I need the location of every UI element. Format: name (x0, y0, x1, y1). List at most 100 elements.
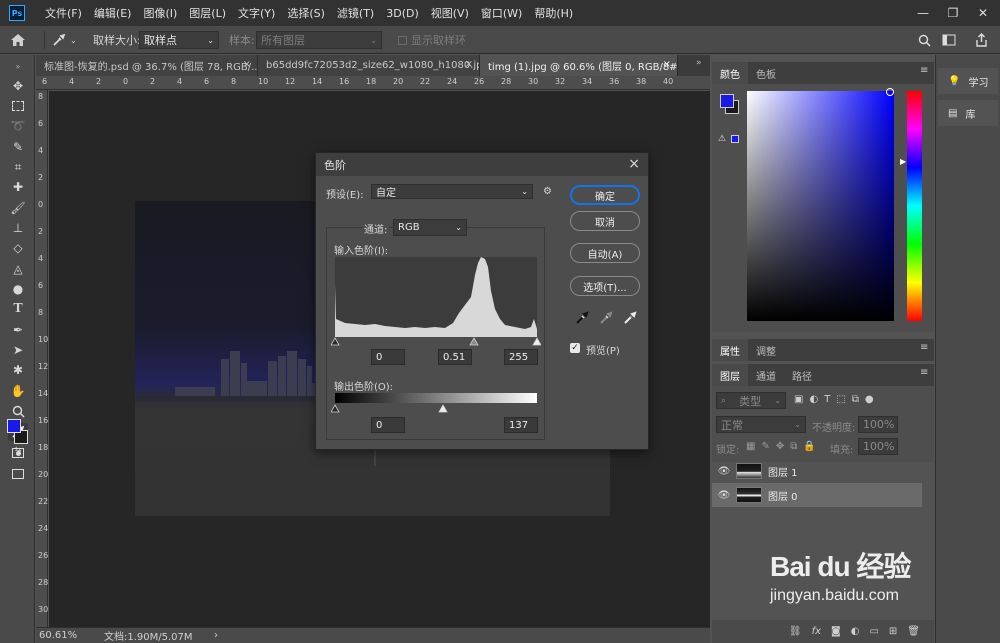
workspace-icon[interactable] (942, 26, 956, 54)
fill-field[interactable]: 100% (858, 438, 898, 455)
minimize-icon[interactable]: — (908, 0, 938, 26)
foreground-color-chip[interactable] (720, 94, 734, 108)
panel-menu-icon[interactable]: ≡ (920, 367, 928, 378)
tab-color[interactable]: 颜色 (712, 62, 748, 84)
menu-select[interactable]: 选择(S) (281, 5, 331, 21)
menu-type[interactable]: 文字(Y) (232, 5, 281, 21)
hue-slider[interactable] (907, 91, 922, 321)
out-of-gamut-warning-icon[interactable]: ⚠ (718, 134, 726, 144)
lock-transparent-icon[interactable]: ▦ (746, 441, 755, 452)
close-window-icon[interactable]: ✕ (968, 0, 998, 26)
zoom-level[interactable]: 60.61% (39, 630, 89, 641)
lasso-tool-icon[interactable]: ➰ (8, 117, 28, 135)
add-mask-icon[interactable]: ◙ (831, 626, 841, 637)
gray-point-eyedropper-icon[interactable] (599, 311, 613, 328)
output-black-field[interactable]: 0 (371, 417, 405, 433)
paint-bucket-tool-icon[interactable]: ◬ (8, 260, 28, 278)
black-point-eyedropper-icon[interactable] (575, 311, 589, 328)
layer-name[interactable]: 图层 1 (768, 464, 798, 479)
shape-tool-icon[interactable]: ✱ (8, 361, 28, 379)
dodge-tool-icon[interactable]: ● (8, 280, 28, 298)
hand-tool-icon[interactable]: ✋ (8, 382, 28, 400)
foreground-color-swatch[interactable] (7, 419, 21, 433)
path-select-tool-icon[interactable]: ➤ (8, 341, 28, 359)
tab-paths[interactable]: 路径 (784, 364, 820, 386)
filter-type-icon[interactable]: T (824, 394, 830, 405)
dialog-close-icon[interactable]: × (628, 156, 640, 172)
lock-position-icon[interactable]: ✥ (776, 441, 784, 452)
eraser-tool-icon[interactable]: ◇ (8, 239, 28, 257)
healing-brush-tool-icon[interactable]: ✚ (8, 178, 28, 196)
close-tab-icon[interactable]: × (465, 59, 473, 70)
hue-slider-marker[interactable]: ▶ (900, 157, 906, 166)
input-white-field[interactable]: 255 (504, 349, 538, 365)
library-panel-button[interactable]: ▤ 库 (938, 100, 998, 126)
layer-row-1[interactable]: 👁 图层 1 (712, 459, 922, 483)
lock-artboard-icon[interactable]: ⧉ (790, 441, 797, 452)
share-icon[interactable] (975, 26, 988, 54)
zoom-tool-icon[interactable] (8, 402, 28, 420)
menu-image[interactable]: 图像(I) (137, 5, 183, 21)
link-layers-icon[interactable]: ⛓ (789, 626, 802, 637)
quick-select-tool-icon[interactable]: ✎ (8, 138, 28, 156)
quick-mask-icon[interactable] (8, 444, 28, 462)
brush-tool-icon[interactable]: 🖌 (8, 199, 28, 217)
new-layer-icon[interactable]: ⊞ (889, 626, 897, 637)
layer-name[interactable]: 图层 0 (768, 488, 798, 503)
tab-properties[interactable]: 属性 (712, 339, 748, 361)
new-group-icon[interactable]: ▭ (869, 626, 878, 637)
output-white-field[interactable]: 137 (504, 417, 538, 433)
trash-icon[interactable]: 🗑 (907, 626, 920, 637)
tab-swatches[interactable]: 色板 (748, 62, 784, 84)
move-tool-icon[interactable]: ✥ (8, 77, 28, 95)
opacity-field[interactable]: 100% (858, 416, 898, 433)
output-white-slider[interactable] (438, 404, 448, 413)
preview-checkbox[interactable]: ✓ (570, 343, 580, 353)
menu-file[interactable]: 文件(F) (39, 5, 88, 21)
filter-adjustment-icon[interactable]: ◐ (809, 394, 818, 405)
marquee-tool-icon[interactable] (8, 97, 28, 115)
tab-layers[interactable]: 图层 (712, 364, 748, 386)
fx-icon[interactable]: fx (812, 626, 821, 637)
input-black-field[interactable]: 0 (371, 349, 405, 365)
eyedropper-preset-icon[interactable]: ⌄ (52, 26, 77, 54)
sample-select[interactable]: 所有图层 ⌄ (256, 31, 382, 49)
tab-document-1[interactable]: 标准图-恢复的.psd @ 36.7% (图层 78, RGB/... × (36, 55, 258, 76)
blend-mode-select[interactable]: 正常 ⌄ (716, 416, 806, 433)
menu-window[interactable]: 窗口(W) (475, 5, 528, 21)
menu-edit[interactable]: 编辑(E) (88, 5, 138, 21)
layer-row-0[interactable]: 👁 图层 0 (712, 483, 922, 507)
lock-all-icon[interactable]: 🔒 (803, 441, 815, 452)
menu-filter[interactable]: 滤镜(T) (331, 5, 380, 21)
filter-toggle-icon[interactable]: ● (865, 394, 874, 405)
show-ring-checkbox[interactable] (398, 35, 407, 45)
visibility-eye-icon[interactable]: 👁 (712, 490, 736, 501)
layer-filter-select[interactable]: ⌕ 类型 ⌄ (716, 392, 786, 409)
color-picker-field[interactable] (747, 88, 894, 321)
screen-mode-icon[interactable] (8, 465, 28, 483)
input-white-slider[interactable] (532, 337, 541, 346)
filter-smart-object-icon[interactable]: ⧉ (852, 394, 859, 405)
cancel-button[interactable]: 取消 (570, 211, 640, 231)
search-icon[interactable] (918, 26, 931, 54)
sample-size-select[interactable]: 取样点 ⌄ (139, 31, 219, 49)
close-tab-icon[interactable]: × (663, 59, 671, 70)
learn-panel-button[interactable]: 💡 学习 (938, 68, 998, 94)
input-black-slider[interactable] (331, 337, 340, 346)
close-tab-icon[interactable]: × (243, 59, 251, 70)
input-gray-slider[interactable] (469, 337, 479, 346)
auto-button[interactable]: 自动(A) (570, 243, 640, 263)
menu-3d[interactable]: 3D(D) (380, 7, 425, 20)
type-tool-icon[interactable]: T (8, 300, 28, 318)
filter-pixel-icon[interactable]: ▣ (794, 394, 803, 405)
collapse-toolbar-icon[interactable]: » (8, 57, 28, 75)
tab-adjustments[interactable]: 调整 (748, 339, 784, 361)
input-slider-track[interactable] (331, 337, 541, 346)
lock-image-icon[interactable]: ✎ (761, 441, 769, 452)
color-picker-cursor[interactable] (886, 88, 894, 96)
panel-menu-icon[interactable]: ≡ (920, 342, 928, 353)
maximize-icon[interactable]: ❐ (938, 0, 968, 26)
white-point-eyedropper-icon[interactable] (623, 311, 637, 328)
home-icon[interactable] (10, 26, 26, 54)
web-safe-color-chip[interactable] (731, 135, 739, 143)
